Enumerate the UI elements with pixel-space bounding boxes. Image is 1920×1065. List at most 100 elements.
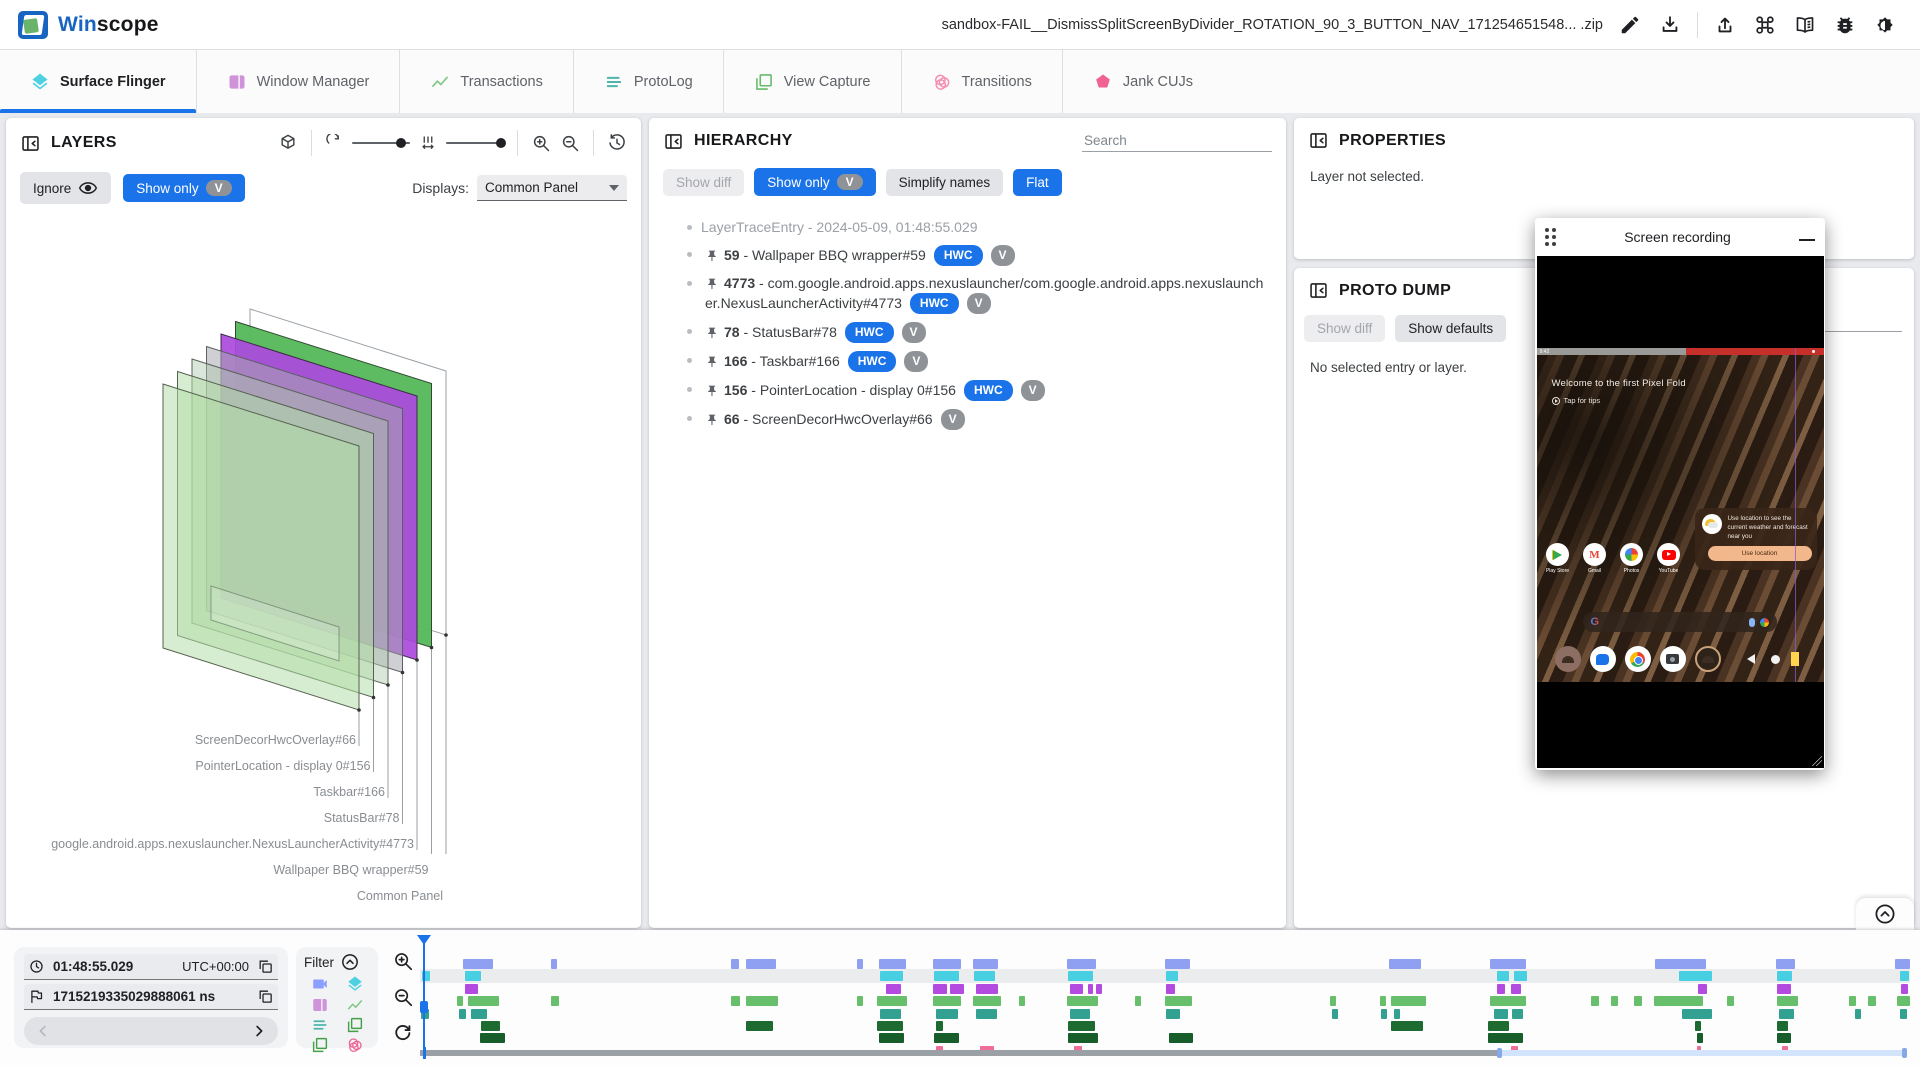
range-start-handle[interactable] (1497, 1048, 1502, 1058)
trace-entry-block[interactable] (1381, 1009, 1387, 1019)
screen-recording-titlebar[interactable]: Screen recording (1535, 218, 1825, 256)
trace-entry-block[interactable] (1777, 984, 1790, 994)
trace-entry-block[interactable] (1391, 996, 1425, 1006)
trace-entry-block[interactable] (857, 996, 863, 1006)
trace-entry-block[interactable] (457, 996, 463, 1006)
collapse-panel-icon[interactable] (1308, 280, 1329, 301)
trace-entry-block[interactable] (857, 959, 863, 969)
trace-entry-block[interactable] (1497, 984, 1504, 994)
docs-icon[interactable] (1788, 8, 1822, 42)
trace-entry-block[interactable] (974, 971, 995, 981)
trace-entry-block[interactable] (468, 996, 499, 1006)
trace-entry-block[interactable] (1611, 996, 1618, 1006)
show-diff-button[interactable]: Show diff (1304, 315, 1385, 342)
timeline-zoom-out-icon[interactable] (392, 986, 414, 1008)
trace-entry-block[interactable] (877, 996, 907, 1006)
track-selected-range[interactable] (1499, 1050, 1904, 1056)
trace-entry-block[interactable] (1394, 1009, 1400, 1019)
trace-entry-block[interactable] (1849, 996, 1856, 1006)
filter-videocam-icon[interactable] (311, 975, 329, 993)
trace-entry-block[interactable] (1679, 971, 1712, 981)
tree-node-59[interactable]: 59 - Wallpaper BBQ wrapper#59HWCV (687, 241, 1276, 270)
filter-viewcapture-icon[interactable] (346, 1016, 364, 1034)
trace-entry-block[interactable] (1166, 1009, 1179, 1019)
trace-entry-block[interactable] (1088, 984, 1094, 994)
ignore-button[interactable]: Ignore (20, 172, 111, 204)
minimize-button[interactable] (1799, 227, 1815, 241)
pin-icon[interactable] (705, 413, 719, 427)
trace-entry-block[interactable] (1654, 996, 1703, 1006)
timeline-cursor[interactable] (423, 935, 425, 1057)
theme-icon[interactable] (1868, 8, 1902, 42)
trace-entry-block[interactable] (1868, 996, 1875, 1006)
download-icon[interactable] (1653, 8, 1687, 42)
trace-entry-block[interactable] (1488, 1033, 1522, 1043)
show-diff-button[interactable]: Show diff (663, 169, 744, 196)
trace-entry-block[interactable] (1165, 996, 1192, 1006)
trace-entry-block[interactable] (1514, 971, 1527, 981)
timeline-row-view-capture-2[interactable] (420, 1033, 1910, 1043)
filter-trend-icon[interactable] (346, 995, 364, 1013)
tree-node-78[interactable]: 78 - StatusBar#78HWCV (687, 318, 1276, 347)
trace-entry-block[interactable] (1777, 1021, 1787, 1031)
track-unselected-range[interactable] (420, 1050, 1499, 1056)
pin-icon[interactable] (705, 326, 719, 340)
layers-3d-scene[interactable]: ScreenDecorHwcOverlay#66PointerLocation … (6, 214, 641, 854)
trace-entry-block[interactable] (1165, 959, 1190, 969)
trace-entry-block[interactable] (933, 984, 948, 994)
trace-entry-block[interactable] (877, 1021, 902, 1031)
timeline-zoom-in-icon[interactable] (392, 950, 414, 972)
trace-entry-block[interactable] (551, 959, 557, 969)
timeline-reset-icon[interactable] (392, 1022, 414, 1044)
trace-entry-block[interactable] (1332, 1009, 1338, 1019)
trace-entry-block[interactable] (1779, 1009, 1794, 1019)
timeline-row-view-capture-1[interactable] (420, 1021, 1910, 1031)
trace-entry-block[interactable] (465, 984, 478, 994)
trace-entry-block[interactable] (1497, 971, 1509, 981)
trace-entry-block[interactable] (976, 984, 998, 994)
trace-entry-block[interactable] (1695, 1021, 1701, 1031)
trace-entry-block[interactable] (934, 1033, 959, 1043)
trace-entry-block[interactable] (1512, 1009, 1522, 1019)
trace-entry-block[interactable] (1682, 1009, 1712, 1019)
flat-button[interactable]: Flat (1013, 169, 1062, 196)
hierarchy-search-input[interactable]: Search (1082, 130, 1272, 152)
next-entry-icon[interactable] (250, 1022, 268, 1040)
trace-entry-block[interactable] (1068, 971, 1093, 981)
tree-node-66[interactable]: 66 - ScreenDecorHwcOverlay#66V (687, 405, 1276, 434)
timeline-row-surface-flinger[interactable] (420, 971, 1910, 981)
trace-entry-block[interactable] (746, 959, 776, 969)
filter-swirl-icon[interactable] (346, 1036, 364, 1054)
drag-handle-icon[interactable] (1545, 228, 1556, 246)
trace-entry-block[interactable] (1900, 971, 1909, 981)
trace-entry-block[interactable] (1511, 984, 1521, 994)
reset-view-icon[interactable] (607, 133, 627, 153)
trace-entry-block[interactable] (1777, 971, 1792, 981)
trace-entry-block[interactable] (1067, 996, 1098, 1006)
zoom-out-icon[interactable] (560, 133, 580, 153)
copy-icon[interactable] (257, 988, 274, 1005)
trace-entry-block[interactable] (1391, 1021, 1422, 1031)
bug-icon[interactable] (1828, 8, 1862, 42)
resize-handle[interactable] (1812, 756, 1822, 766)
trace-entry-block[interactable] (731, 996, 740, 1006)
filter-protolog-icon[interactable] (311, 1016, 329, 1034)
pin-icon[interactable] (705, 249, 719, 263)
trace-entry-block[interactable] (936, 1021, 943, 1031)
pin-icon[interactable] (705, 384, 719, 398)
trace-entry-block[interactable] (1490, 959, 1526, 969)
rotation-slider[interactable] (352, 142, 410, 144)
trace-entry-block[interactable] (1698, 984, 1707, 994)
timeline-range-track[interactable] (420, 1050, 1910, 1056)
trace-entry-block[interactable] (976, 1009, 997, 1019)
trace-entry-block[interactable] (879, 1033, 904, 1043)
trace-entry-block[interactable] (463, 959, 493, 969)
trace-entry-block[interactable] (950, 984, 963, 994)
collapse-panel-icon[interactable] (663, 131, 684, 152)
previous-entry-icon[interactable] (34, 1022, 52, 1040)
tab-transactions[interactable]: Transactions (399, 50, 572, 113)
trace-entry-block[interactable] (973, 959, 998, 969)
filter-layers-icon[interactable] (346, 975, 364, 993)
trace-entry-block[interactable] (1777, 996, 1798, 1006)
trace-entry-block[interactable] (879, 959, 906, 969)
